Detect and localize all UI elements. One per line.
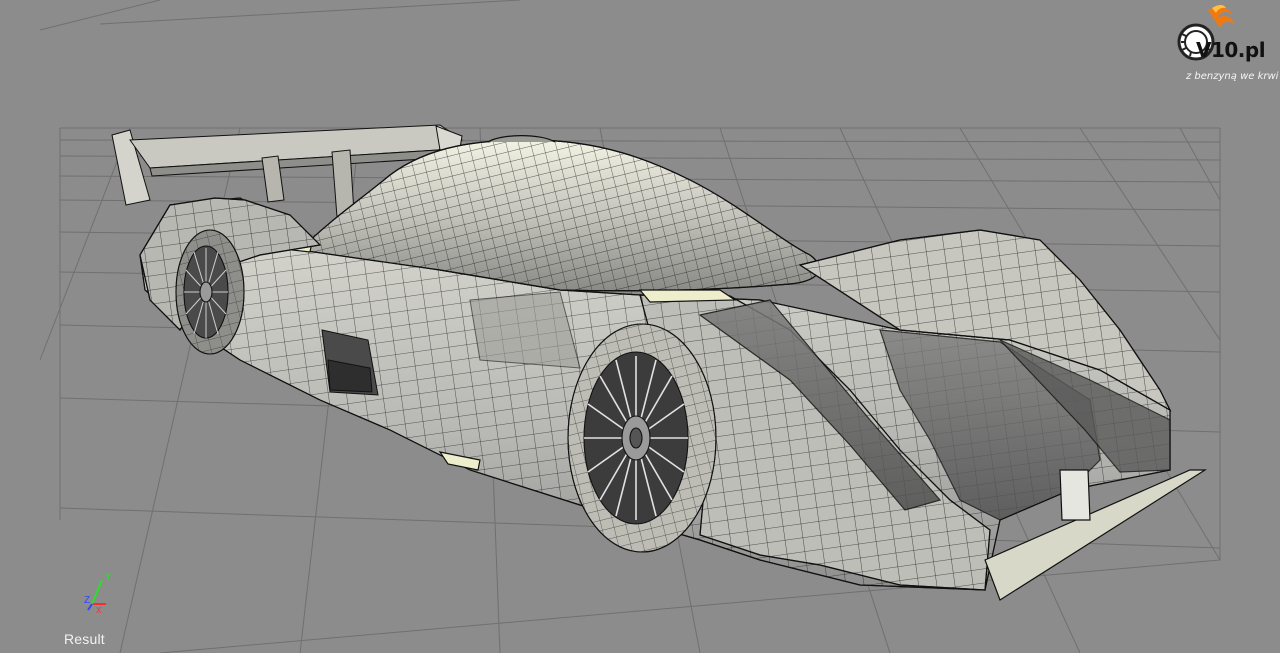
- axis-gizmo: Y Z X: [78, 568, 122, 618]
- front-wheel: [567, 323, 717, 553]
- z-axis-label: Z: [84, 595, 90, 606]
- logo-wordmark: V10.pl: [1196, 38, 1266, 62]
- 3d-viewport[interactable]: Y Z X Result V10.pl z benzyną we krwi: [0, 0, 1280, 653]
- y-axis-label: Y: [105, 572, 112, 583]
- viewport-label: Result: [64, 631, 105, 647]
- logo-tagline: z benzyną we krwi: [1186, 71, 1279, 82]
- rear-wheel: [175, 229, 245, 355]
- site-logo[interactable]: V10.pl z benzyną we krwi: [1172, 4, 1279, 88]
- y-axis-line: [91, 579, 103, 605]
- x-axis-label: X: [96, 606, 102, 615]
- scene-render[interactable]: [0, 0, 1280, 653]
